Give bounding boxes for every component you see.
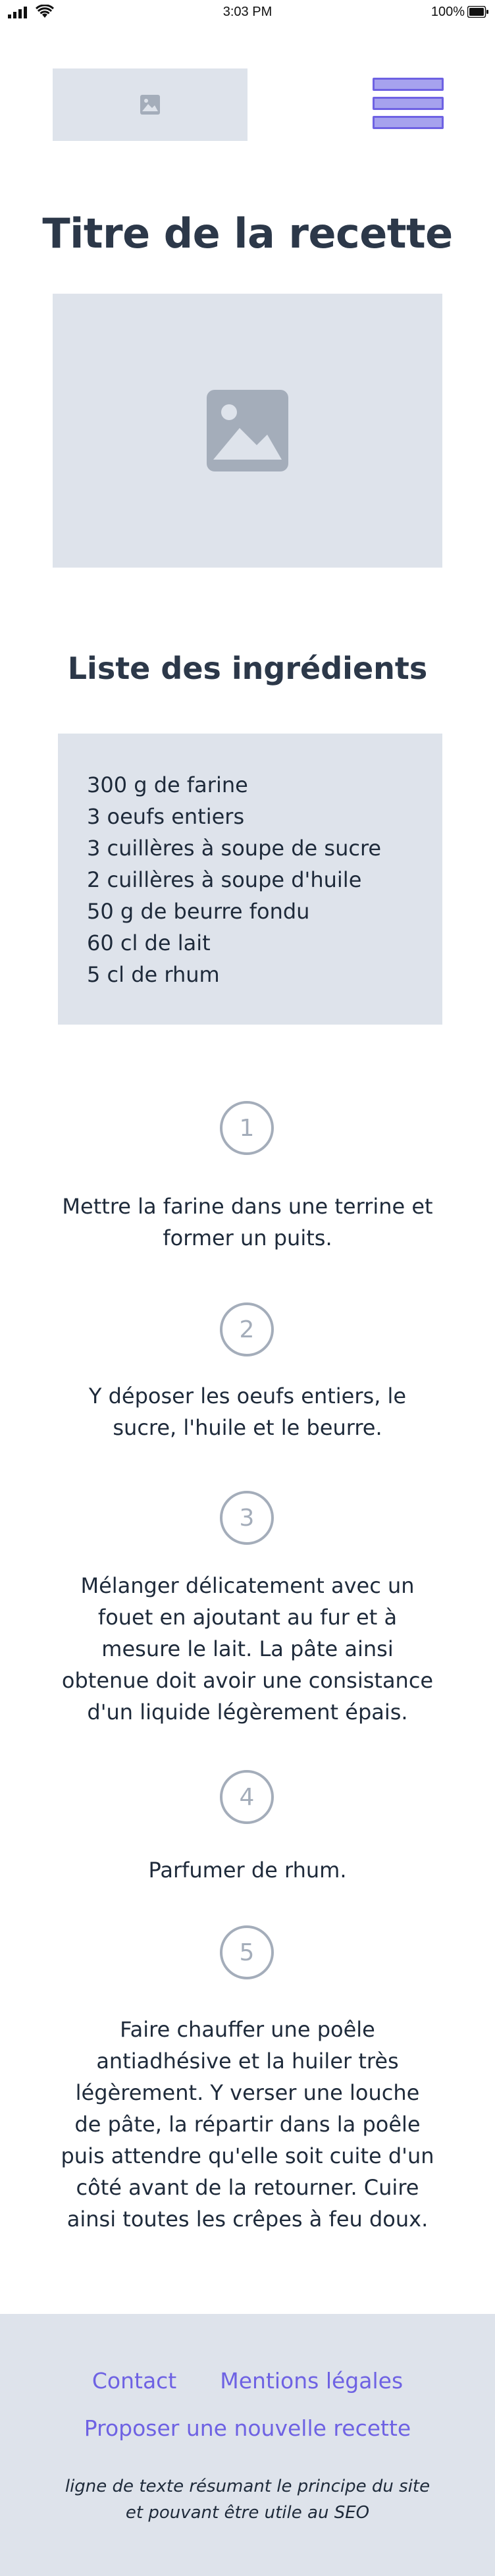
ingredient-item: 5 cl de rhum	[87, 962, 220, 987]
step-text: Faire chauffer une poêle antiadhésive et…	[61, 2017, 434, 2232]
status-bar: 3:03 PM 100%	[0, 0, 495, 25]
battery-icon	[467, 6, 488, 18]
image-placeholder-icon	[140, 95, 160, 115]
image-placeholder-icon	[207, 390, 288, 471]
legal-notice-link[interactable]: Mentions légales	[220, 2368, 403, 2394]
ingredient-item: 3 cuillères à soupe de sucre	[87, 836, 382, 861]
step-text: Y déposer les oeufs entiers, le sucre, l…	[88, 1383, 407, 1440]
ingredient-item: 50 g de beurre fondu	[87, 899, 310, 924]
ingredients-title: Liste des ingrédients	[67, 651, 428, 686]
step-number: 3	[220, 1491, 274, 1545]
step-number: 5	[220, 1925, 274, 1979]
site-logo[interactable]	[53, 68, 248, 141]
hamburger-menu-icon	[373, 116, 444, 129]
step-number: 1	[220, 1101, 274, 1155]
status-time: 3:03 PM	[222, 5, 273, 19]
ingredient-item: 3 oeufs entiers	[87, 804, 245, 829]
recipe-image	[53, 294, 442, 568]
footer-seo-text: ligne de texte résumant le principe du s…	[65, 2477, 430, 2523]
hamburger-menu-icon	[373, 78, 444, 91]
step-number: 2	[220, 1302, 274, 1356]
step-text: Parfumer de rhum.	[148, 1858, 347, 1883]
contact-link[interactable]: Contact	[92, 2368, 176, 2394]
propose-recipe-link[interactable]: Proposer une nouvelle recette	[0, 2415, 495, 2441]
recipe-title: Titre de la recette	[42, 209, 453, 257]
recipe-page: 3:03 PM 100% Titre de la recette Liste d…	[0, 0, 495, 2576]
hamburger-menu-icon	[373, 97, 444, 110]
ingredient-item: 60 cl de lait	[87, 930, 211, 955]
step-text: Mélanger délicatement avec un fouet en a…	[61, 1573, 434, 1725]
footer-links: Contact Mentions légales	[0, 2368, 495, 2394]
ingredient-item: 300 g de farine	[87, 772, 248, 797]
ingredient-item: 2 cuillères à soupe d'huile	[87, 867, 362, 892]
step-number: 4	[220, 1770, 274, 1824]
ingredients-list: 300 g de farine 3 oeufs entiers 3 cuillè…	[58, 734, 442, 1025]
menu-button[interactable]	[373, 78, 444, 129]
footer: Contact Mentions légales Proposer une no…	[0, 2314, 495, 2576]
step-text: Mettre la farine dans une terrine et for…	[62, 1194, 433, 1250]
battery-percentage: 100%	[430, 5, 465, 19]
